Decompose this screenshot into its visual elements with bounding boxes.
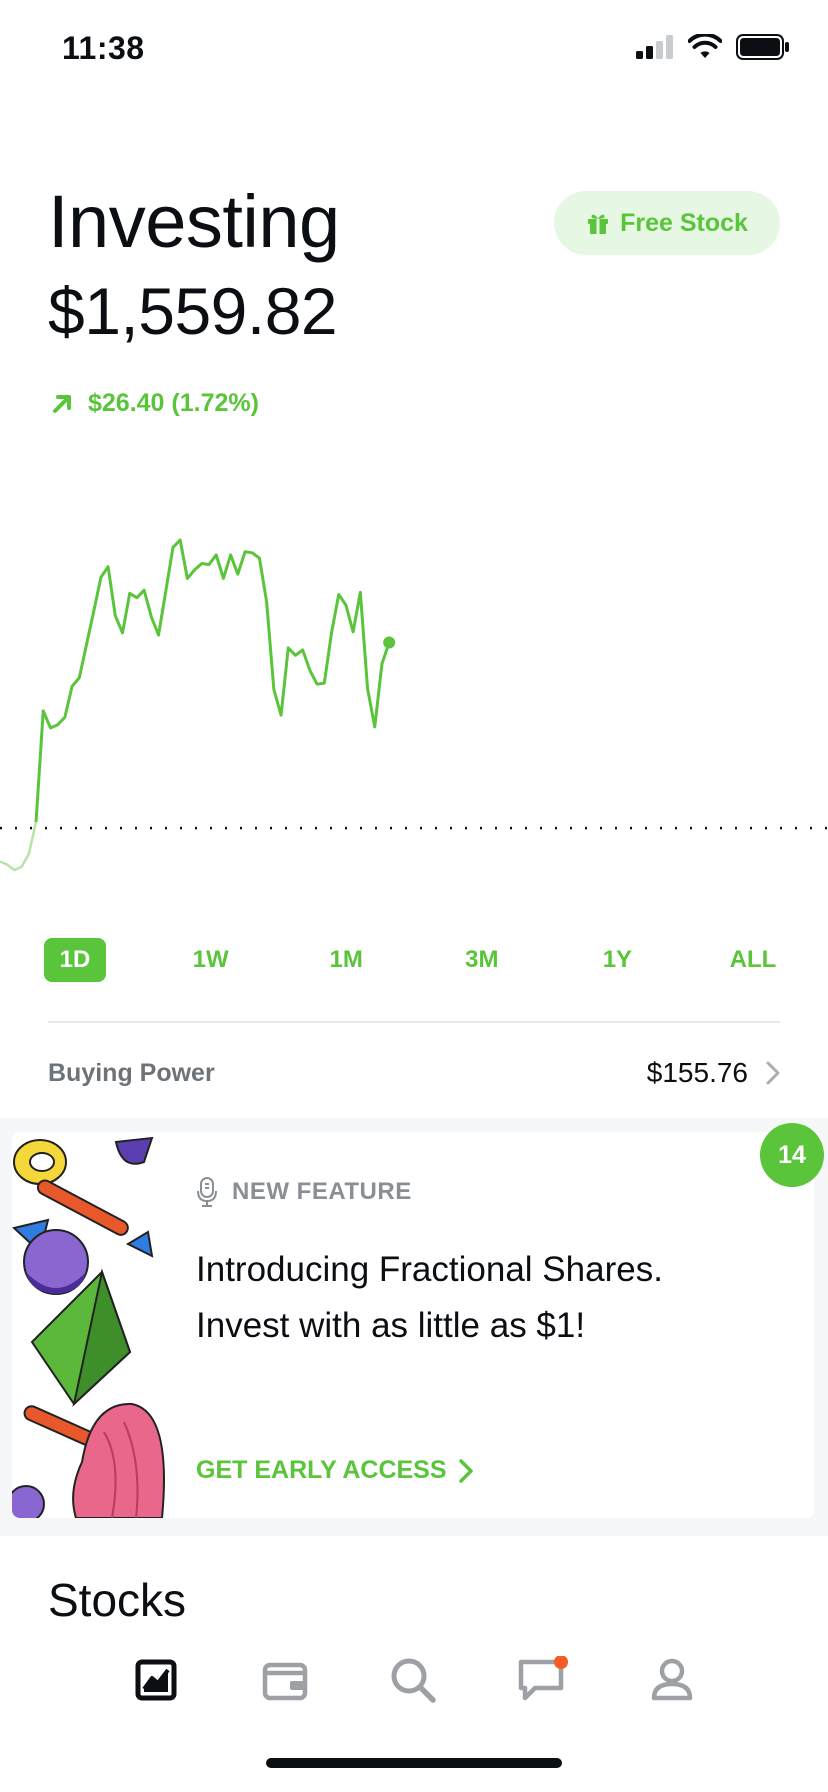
stocks-section-heading: Stocks — [48, 1574, 187, 1626]
tab-range-1d[interactable]: 1D — [44, 938, 106, 982]
battery-icon — [736, 34, 789, 60]
portfolio-balance: $1,559.82 — [48, 274, 338, 348]
price-line — [34, 538, 391, 823]
chevron-right-icon — [766, 1061, 780, 1085]
search-icon — [391, 1658, 436, 1703]
buying-power-row[interactable]: Buying Power $155.76 — [48, 1040, 780, 1106]
tab-range-1w[interactable]: 1W — [180, 938, 242, 982]
tab-account[interactable] — [642, 1650, 702, 1710]
feature-eyebrow-label: NEW FEATURE — [232, 1178, 412, 1205]
status-icons — [636, 34, 790, 60]
free-stock-label: Free Stock — [620, 208, 748, 237]
buying-power-value: $155.76 — [646, 1057, 748, 1088]
current-price-dot — [383, 636, 396, 649]
tab-account-wallet[interactable] — [255, 1650, 315, 1710]
tab-range-1m[interactable]: 1M — [315, 938, 377, 982]
daily-change: $26.40 (1.72%) — [50, 389, 259, 418]
tab-search[interactable] — [383, 1650, 443, 1710]
divider — [48, 1021, 780, 1023]
messages-icon — [518, 1656, 568, 1701]
tab-messages[interactable] — [513, 1650, 573, 1710]
tab-range-1y[interactable]: 1Y — [586, 938, 648, 982]
tab-range-all[interactable]: ALL — [722, 938, 784, 982]
gift-icon — [588, 214, 609, 234]
free-stock-button[interactable]: Free Stock — [554, 191, 780, 255]
get-early-access-link[interactable]: GET EARLY ACCESS — [196, 1456, 473, 1485]
chart-icon — [135, 1659, 177, 1701]
wallet-icon — [262, 1662, 308, 1701]
feature-line-2: Invest with as little as $1! — [196, 1306, 586, 1345]
bottom-tab-bar — [0, 1636, 828, 1736]
feature-eyebrow: NEW FEATURE — [196, 1176, 412, 1208]
account-icon — [651, 1658, 693, 1701]
tab-range-3m[interactable]: 3M — [451, 938, 513, 982]
chevron-right-icon — [458, 1458, 473, 1483]
get-early-access-label: GET EARLY ACCESS — [196, 1456, 447, 1484]
cellular-signal-icon — [636, 35, 673, 59]
portfolio-chart[interactable] — [0, 520, 828, 900]
tab-portfolio[interactable] — [126, 1650, 186, 1710]
status-time: 11:38 — [62, 30, 145, 66]
page-title: Investing — [48, 180, 340, 263]
feature-line-1: Introducing Fractional Shares. — [196, 1250, 663, 1289]
range-tabs: 1D 1W 1M 3M 1Y ALL — [44, 938, 784, 982]
feature-illustration — [12, 1136, 165, 1518]
arrow-up-right-icon — [53, 394, 71, 413]
notification-count-badge: 14 — [760, 1123, 824, 1187]
feature-description: Introducing Fractional Shares. Invest wi… — [196, 1242, 756, 1354]
microphone-icon — [197, 1177, 217, 1207]
buying-power-label: Buying Power — [48, 1058, 215, 1087]
wifi-icon — [688, 34, 722, 58]
daily-change-value: $26.40 (1.72%) — [88, 389, 259, 417]
home-indicator — [266, 1758, 562, 1768]
